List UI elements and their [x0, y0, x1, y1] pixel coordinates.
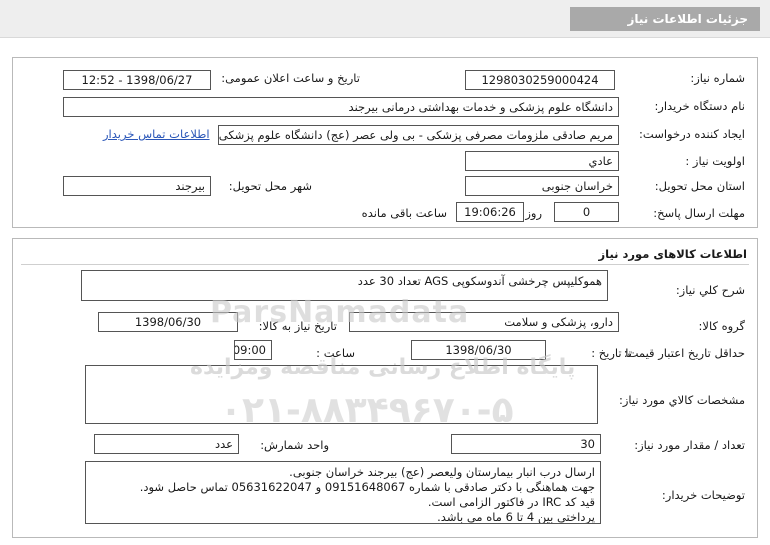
window-title: جزئیات اطلاعات نیاز [570, 7, 760, 31]
buyer-notes-line: قید کد IRC در فاکتور الزامی است. [427, 495, 595, 509]
need-info-panel: شماره نیاز: 1298030259000424 تاریخ و ساع… [12, 57, 758, 228]
requester-label: ایجاد کننده درخواست: [639, 127, 745, 141]
city-field: بیرجند [63, 176, 211, 196]
deadline-remaining-label: ساعت باقی مانده [361, 206, 447, 220]
need-date-field: 1398/06/30 [98, 312, 238, 332]
section-divider [21, 264, 749, 265]
buyer-notes-label: توضیحات خریدار: [661, 488, 745, 502]
specs-field [85, 365, 598, 424]
deadline-time-field: 19:06:26 [456, 202, 524, 222]
buyer-notes-line: پرداختی بین 4 تا 6 ماه می باشد. [437, 510, 595, 524]
city-label: شهر محل تحویل: [228, 179, 312, 193]
validity-until-label: تا تاریخ : [591, 346, 632, 360]
quantity-label: تعداد / مقدار مورد نیاز: [634, 438, 745, 452]
province-field: خراسان جنوبی [465, 176, 619, 196]
requester-field: مریم صادقی ملزومات مصرفی پزشکی - بی ولی … [218, 125, 619, 145]
need-date-label: تاریخ نیاز به کالا: [258, 319, 337, 333]
specs-label: مشخصات کالاي مورد نياز: [618, 393, 745, 407]
validity-date-field: 1398/06/30 [411, 340, 546, 360]
validity-time-label: ساعت : [316, 346, 355, 360]
priority-label: اولویت نیاز : [685, 154, 745, 168]
general-desc-field: هموکلیپس چرخشی آندوسکوپی AGS تعداد 30 عد… [81, 270, 608, 301]
need-number-label: شماره نیاز: [690, 71, 745, 85]
deadline-days-field: 0 [554, 202, 619, 222]
announce-datetime-label: تاریخ و ساعت اعلان عمومی: [221, 71, 360, 85]
buyer-org-label: نام دستگاه خریدار: [654, 99, 745, 113]
buyer-notes-field: ارسال درب انبار بیمارستان ولیعصر (عج) بی… [85, 461, 601, 524]
unit-label: واحد شمارش: [260, 438, 329, 452]
goods-info-panel: اطلاعات کالاهای مورد نیاز شرح کلي نياز: … [12, 238, 758, 538]
quantity-field: 30 [451, 434, 601, 454]
goods-group-field: دارو، پزشکی و سلامت [349, 312, 619, 332]
buyer-notes-line: جهت هماهنگی با دکتر صادقی با شماره 09151… [139, 480, 595, 494]
buyer-notes-line: ارسال درب انبار بیمارستان ولیعصر (عج) بی… [289, 465, 595, 479]
goods-section-title: اطلاعات کالاهای مورد نیاز [598, 247, 747, 261]
buyer-org-field: دانشگاه علوم پزشکی و خدمات بهداشتی درمان… [63, 97, 619, 117]
province-label: استان محل تحویل: [654, 179, 745, 193]
general-desc-label: شرح کلي نياز: [675, 283, 745, 297]
need-number-field: 1298030259000424 [465, 70, 615, 90]
unit-field: عدد [94, 434, 239, 454]
validity-time-field: 09:00 [234, 340, 272, 360]
priority-field: عادي [465, 151, 619, 171]
window-titlebar: جزئیات اطلاعات نیاز [0, 0, 770, 38]
goods-group-label: گروه کالا: [698, 319, 745, 333]
deadline-label: مهلت ارسال پاسخ: [653, 206, 745, 220]
announce-datetime-field: 1398/06/27 - 12:52 [63, 70, 211, 90]
buyer-contact-link[interactable]: اطلاعات تماس خریدار [103, 127, 210, 141]
price-validity-label: حداقل تاریخ اعتبار قیمت: [623, 346, 745, 360]
